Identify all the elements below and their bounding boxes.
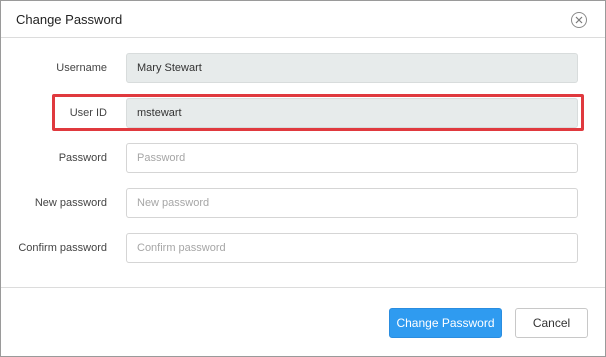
cancel-button[interactable]: Cancel <box>515 308 588 338</box>
username-field[interactable] <box>126 53 578 83</box>
dialog-title: Change Password <box>16 12 123 27</box>
confirm-password-input[interactable] <box>126 233 578 263</box>
confirm-password-label: Confirm password <box>18 242 107 254</box>
new-password-label: New password <box>34 197 107 209</box>
close-icon <box>575 16 583 24</box>
footer-divider <box>1 287 605 288</box>
change-password-dialog: Change Password Username User ID Passwor… <box>0 0 606 357</box>
username-label: Username <box>56 62 107 74</box>
user-id-field[interactable] <box>126 98 578 128</box>
close-button[interactable] <box>571 12 587 28</box>
dialog-header: Change Password <box>1 1 605 38</box>
new-password-input[interactable] <box>126 188 578 218</box>
password-label: Password <box>58 152 107 164</box>
password-input[interactable] <box>126 143 578 173</box>
change-password-button[interactable]: Change Password <box>389 308 502 338</box>
user-id-label: User ID <box>69 107 107 119</box>
